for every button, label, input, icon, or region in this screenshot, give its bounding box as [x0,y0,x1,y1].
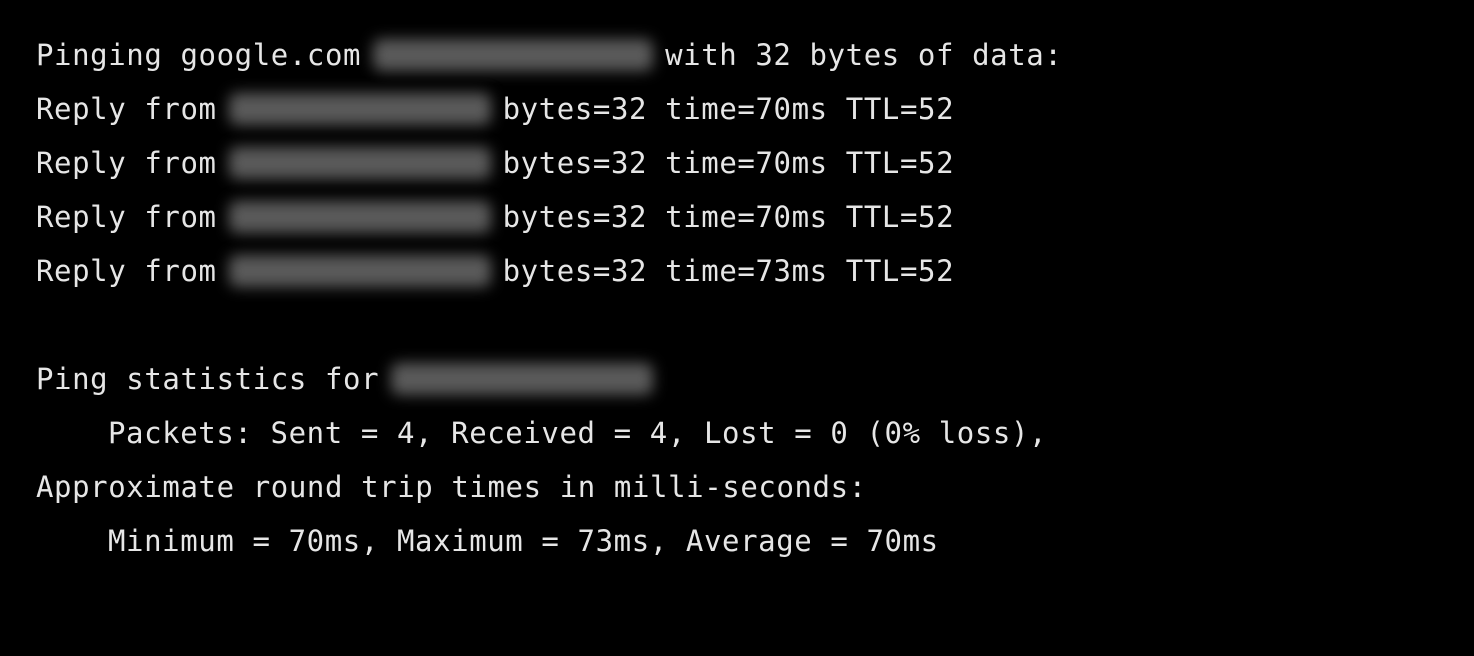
reply-ttl: TTL=52 [845,200,955,234]
redacted-ip [228,255,491,287]
reply-ttl: TTL=52 [845,146,955,180]
redacted-ip [391,363,654,395]
reply-ttl: TTL=52 [845,254,955,288]
ping-header-suffix: with 32 bytes of data: [665,38,1063,72]
reply-prefix: Reply from [36,146,217,180]
reply-time: time=70ms [665,92,828,126]
reply-prefix: Reply from [36,92,217,126]
reply-line: Reply from bytes=32 time=70ms TTL=52 [36,190,1062,244]
redacted-ip [228,93,491,125]
reply-ttl: TTL=52 [845,92,955,126]
stats-header-line: Ping statistics for [36,352,1062,406]
reply-time: time=70ms [665,200,828,234]
packets-line: Packets: Sent = 4, Received = 4, Lost = … [108,416,1048,450]
reply-line: Reply from bytes=32 time=70ms TTL=52 [36,136,1062,190]
rtt-values-line: Minimum = 70ms, Maximum = 73ms, Average … [108,524,939,558]
reply-prefix: Reply from [36,200,217,234]
reply-bytes: bytes=32 [502,254,648,288]
ping-header-prefix: Pinging google.com [36,38,362,72]
redacted-ip [373,39,654,71]
redacted-ip [228,147,491,179]
stats-header-prefix: Ping statistics for [36,362,380,396]
rtt-header-line: Approximate round trip times in milli-se… [36,470,867,504]
reply-prefix: Reply from [36,254,217,288]
reply-line: Reply from bytes=32 time=73ms TTL=52 [36,244,1062,298]
reply-bytes: bytes=32 [502,92,648,126]
ping-header-line: Pinging google.com with 32 bytes of data… [36,28,1062,82]
reply-bytes: bytes=32 [502,146,648,180]
reply-line: Reply from bytes=32 time=70ms TTL=52 [36,82,1062,136]
terminal-output: Pinging google.com with 32 bytes of data… [36,28,1062,568]
redacted-ip [228,201,491,233]
reply-bytes: bytes=32 [502,200,648,234]
reply-time: time=73ms [665,254,828,288]
reply-time: time=70ms [665,146,828,180]
